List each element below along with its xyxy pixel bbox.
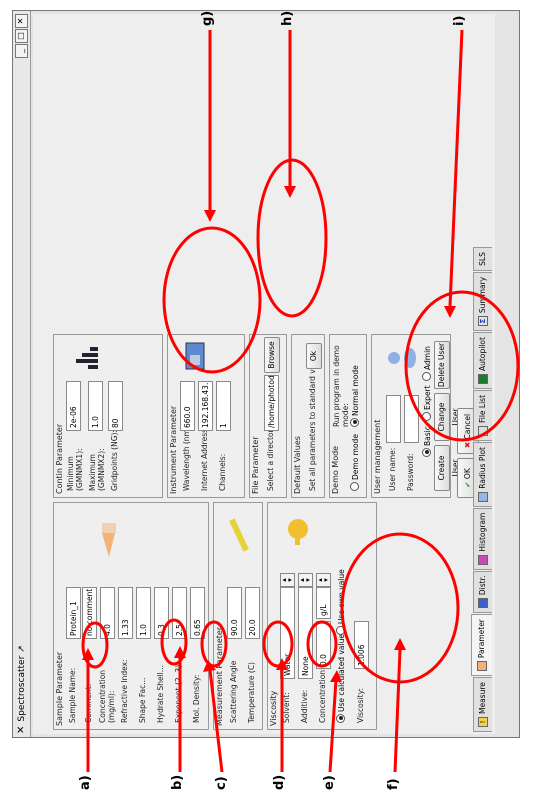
label-f: f) [386,778,401,790]
arrow-f [393,649,402,773]
arrow-c [208,669,224,773]
rotated-frame: ✕ Spectroscatter ↗ _ □ ✕ Sample Paramete… [0,0,554,790]
label-a: a) [78,775,93,790]
label-e: e) [322,775,337,790]
circle-e [306,620,338,668]
circle-c [200,620,228,668]
label-c: c) [214,776,229,790]
label-d: d) [272,774,287,790]
arrow-i [448,29,464,307]
circle-h [256,158,328,318]
label-g: g) [200,10,215,26]
circle-g [162,226,262,374]
label-i: i) [452,15,467,26]
circle-a [81,621,109,669]
circle-d [262,620,294,668]
arrow-e [328,679,338,773]
circle-i [404,290,520,442]
label-b: b) [170,774,185,790]
annotation-overlay [81,29,520,773]
label-h: h) [280,10,295,26]
annotated-screenshot: ✕ Spectroscatter ↗ _ □ ✕ Sample Paramete… [0,0,554,790]
